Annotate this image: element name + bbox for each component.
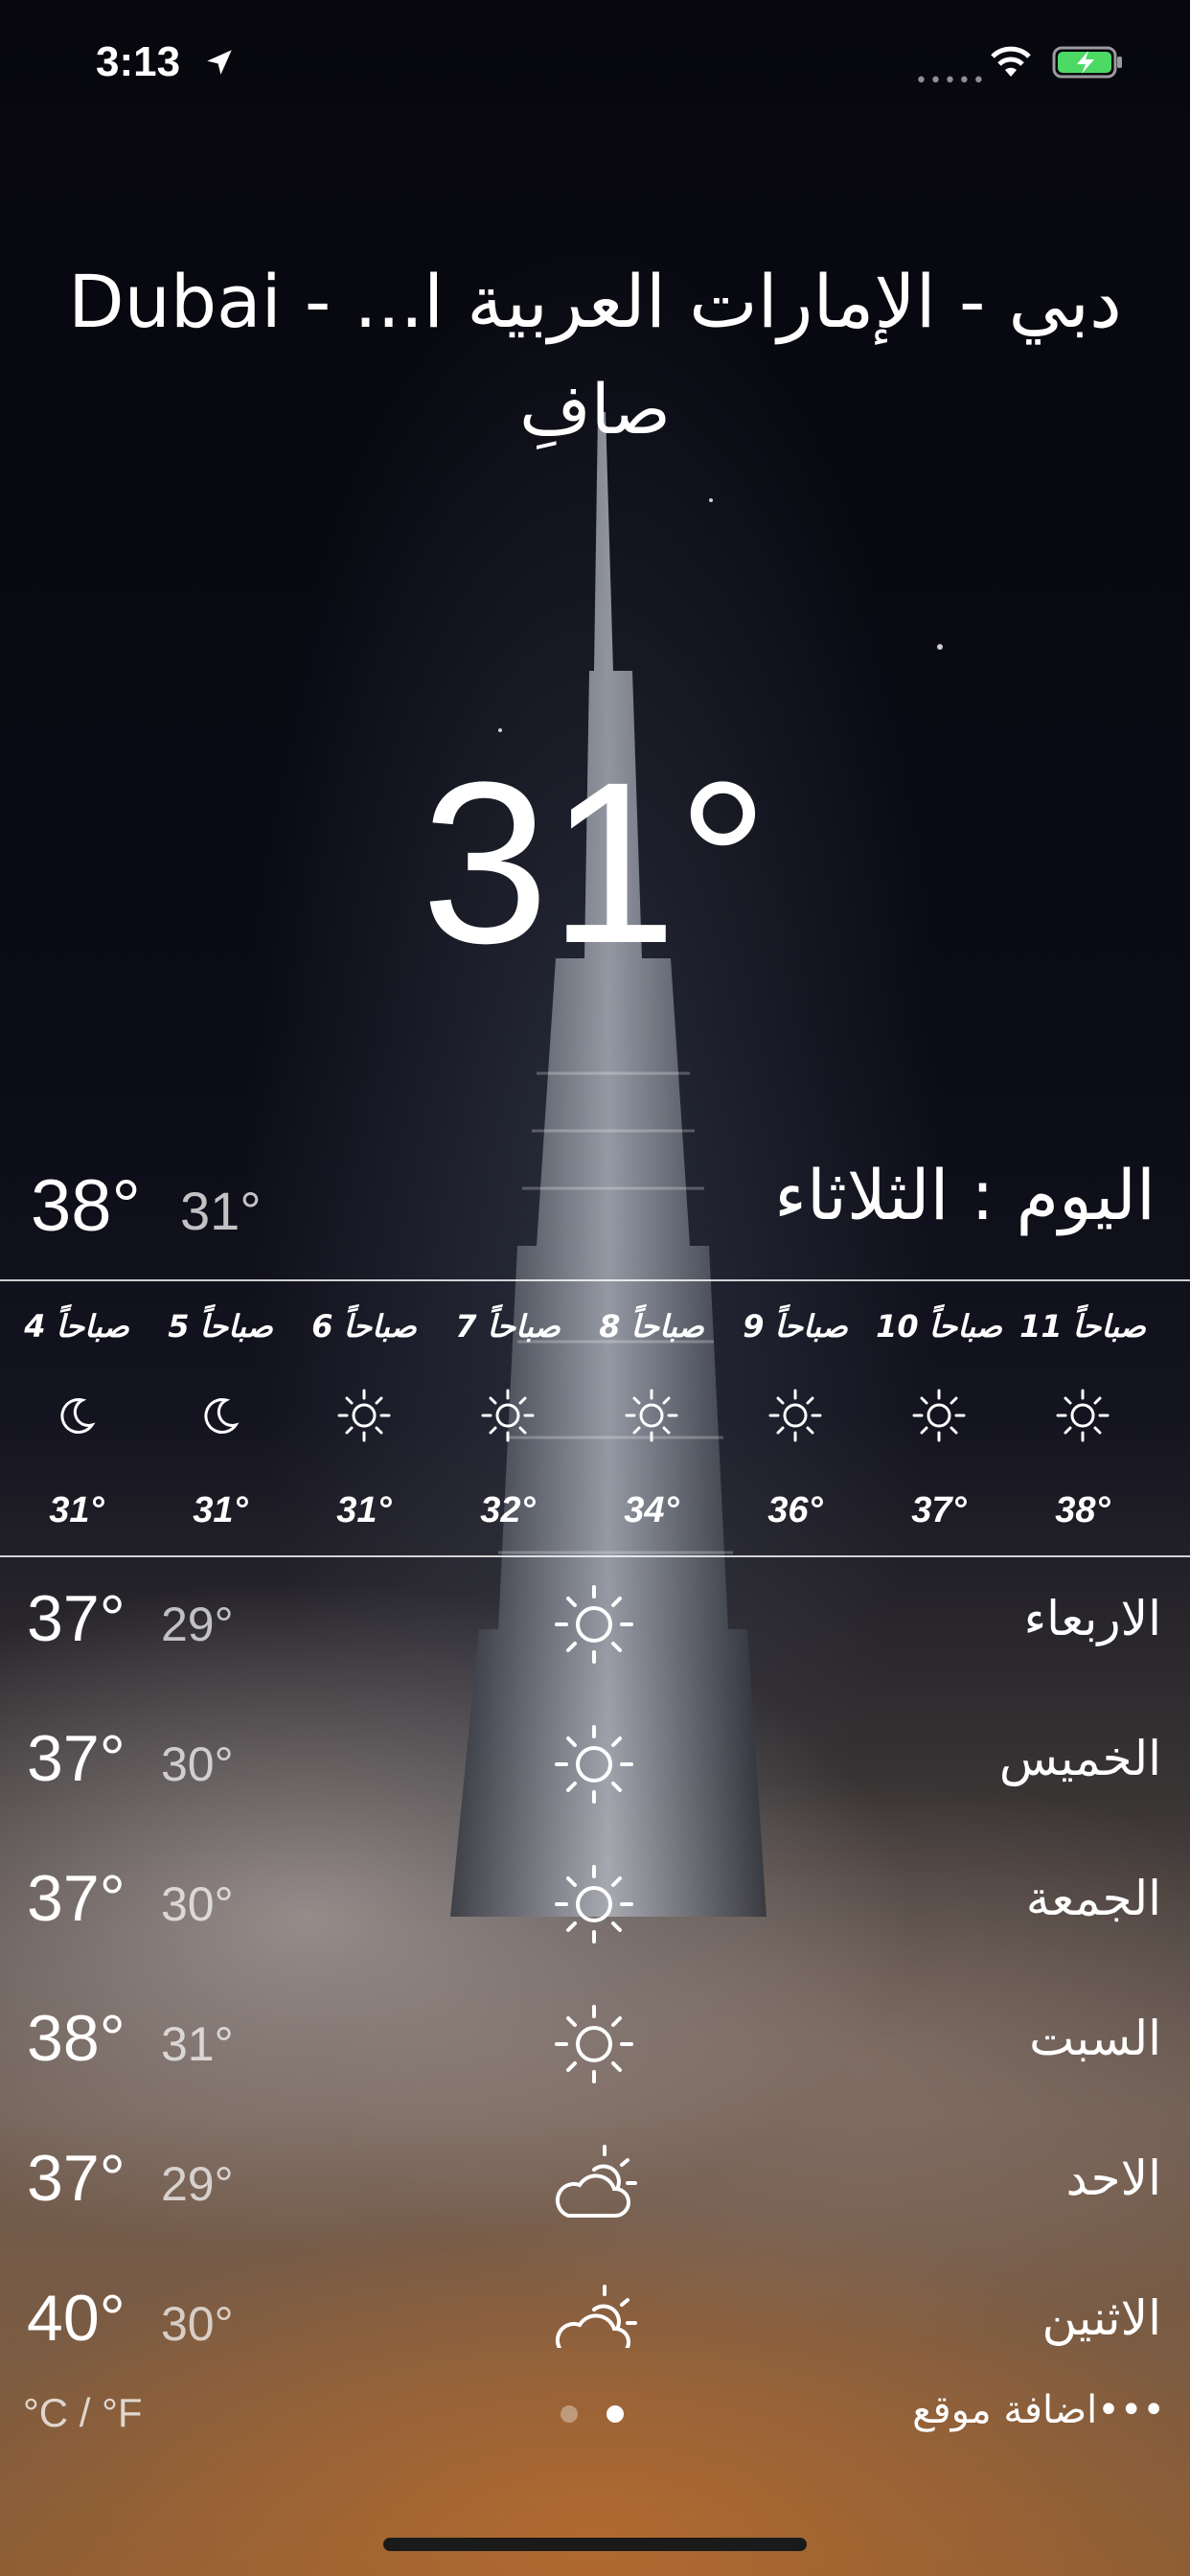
day-high: 37° <box>27 1862 126 1935</box>
page-dot-inactive <box>561 2405 578 2423</box>
day-low: 30° <box>161 2297 234 2348</box>
hour-temp: 37° <box>911 1490 967 1530</box>
sun-icon <box>555 1585 633 1664</box>
hour-label: صباحاً 9 <box>743 1308 848 1345</box>
day-name: الجمعة <box>1025 1871 1161 1926</box>
hour-item: صباحاً 4 31° <box>5 1281 149 1555</box>
status-time: 3:13 <box>96 38 181 85</box>
daily-row: الاربعاء 37° 29° <box>0 1552 1190 1692</box>
partly-cloudy-icon <box>555 2285 637 2348</box>
hour-temp: 31° <box>193 1490 248 1530</box>
hour-item: صباحاً 10 37° <box>867 1281 1011 1555</box>
hour-label: صباحاً 7 <box>455 1308 561 1345</box>
hour-temp: 31° <box>336 1490 392 1530</box>
bottom-toolbar: °C / °F •••اضافة موقع <box>0 2377 1190 2453</box>
sun-icon <box>625 1389 678 1442</box>
day-high: 40° <box>27 2282 126 2348</box>
day-low: 29° <box>161 1598 234 1651</box>
today-summary: اليوم : الثلاثاء 38° 31° <box>0 1145 1190 1260</box>
hour-temp: 31° <box>49 1490 104 1530</box>
hour-temp: 36° <box>767 1490 823 1530</box>
weather-condition: صافِ <box>519 369 671 449</box>
sun-icon <box>912 1389 966 1442</box>
hour-label: صباحاً 5 <box>168 1308 273 1345</box>
daily-row: الجمعة 37° 30° <box>0 1832 1190 1972</box>
hour-label: صباحاً 10 <box>876 1308 1002 1345</box>
location-arrow-icon <box>207 50 232 75</box>
day-high: 37° <box>27 1722 126 1795</box>
sun-icon <box>768 1389 822 1442</box>
battery-charging-icon <box>1052 46 1122 79</box>
sun-icon <box>1056 1389 1110 1442</box>
wifi-icon <box>991 46 1031 77</box>
page-dot-active <box>606 2405 624 2423</box>
sun-icon <box>555 2005 633 2083</box>
daily-row: السبت 38° 31° <box>0 1972 1190 2112</box>
daily-row: الاثنين 40° 30° <box>0 2252 1190 2348</box>
hour-label: صباحاً 8 <box>599 1308 704 1345</box>
add-location-button[interactable]: •••اضافة موقع <box>912 2388 1165 2432</box>
day-name: السبت <box>1029 2011 1161 2066</box>
hour-label: صباحاً 6 <box>311 1308 417 1345</box>
current-temperature: 31° <box>421 734 769 991</box>
star <box>937 644 943 650</box>
day-low: 29° <box>161 2157 234 2211</box>
star <box>498 728 502 732</box>
today-label: اليوم : الثلاثاء <box>774 1155 1156 1235</box>
sun-icon <box>481 1389 535 1442</box>
daily-row: الاحد 37° 29° <box>0 2112 1190 2252</box>
hour-temp: 34° <box>624 1490 679 1530</box>
today-low: 31° <box>180 1181 262 1241</box>
day-name: الاثنين <box>1041 2290 1161 2346</box>
status-bar: 3:13 ••••• <box>0 0 1190 134</box>
partly-cloudy-icon <box>555 2145 637 2218</box>
moon-icon <box>204 1398 240 1434</box>
day-high: 37° <box>27 2142 126 2215</box>
star <box>709 498 713 502</box>
day-name: الاربعاء <box>1023 1591 1161 1646</box>
daily-forecast-list[interactable]: الاربعاء 37° 29° الخميس 37° 30° الجمعة 3… <box>0 1552 1190 2348</box>
home-indicator[interactable] <box>383 2538 807 2551</box>
daily-row: الخميس 37° 30° <box>0 1692 1190 1832</box>
hour-temp: 38° <box>1055 1490 1110 1530</box>
hour-item: صباحاً 5 31° <box>149 1281 292 1555</box>
today-high: 38° <box>31 1165 141 1247</box>
hour-item: صباحاً 8 34° <box>580 1281 723 1555</box>
day-high: 37° <box>27 1582 126 1655</box>
day-low: 30° <box>161 1877 234 1931</box>
day-low: 30° <box>161 1737 234 1791</box>
hour-item: صباحاً 6 31° <box>292 1281 436 1555</box>
units-toggle-button[interactable]: °C / °F <box>23 2390 143 2436</box>
day-high: 38° <box>27 2002 126 2075</box>
hour-item: صباحاً 11 38° <box>1011 1281 1155 1555</box>
city-name: دبي - الإمارات العربية ا... - Dubai <box>68 259 1122 344</box>
sun-icon <box>337 1389 391 1442</box>
hourly-forecast-strip[interactable]: صباحاً 11 38° صباحاً 10 37° صباحاً 9 36°… <box>0 1279 1190 1557</box>
sun-icon <box>555 1865 633 1944</box>
hour-item: صباحاً 9 36° <box>723 1281 867 1555</box>
hour-temp: 32° <box>480 1490 536 1530</box>
sun-icon <box>555 1725 633 1804</box>
hour-label: صباحاً 11 <box>1019 1308 1146 1345</box>
moon-icon <box>60 1398 96 1434</box>
page-indicator[interactable] <box>561 2405 637 2425</box>
hour-item: صباحاً 7 32° <box>436 1281 580 1555</box>
cellular-signal-icon: ••••• <box>915 69 987 93</box>
day-low: 31° <box>161 2017 234 2071</box>
day-name: الاحد <box>1065 2150 1161 2206</box>
hour-label: صباحاً 4 <box>24 1308 129 1345</box>
day-name: الخميس <box>998 1731 1161 1786</box>
